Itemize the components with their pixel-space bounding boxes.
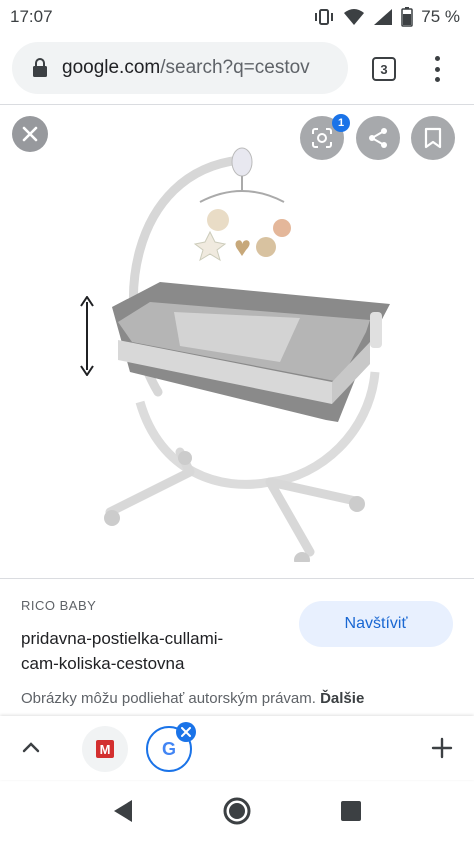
battery-icon [401,7,413,27]
result-title[interactable]: pridavna-postielka-cullami- cam-koliska-… [21,626,281,676]
url-domain: google.com [62,57,161,78]
battery-level: 75 % [421,7,460,26]
close-viewer-button[interactable] [12,116,48,152]
share-icon [369,128,387,148]
copyright-text: Obrázky môžu podliehať autorským právam. [21,690,316,707]
result-info: RICO BABY pridavna-postielka-cullami- ca… [0,580,474,714]
screen: 17:07 75 % google.com/search?q=cestov 3 … [0,0,474,842]
url-path: /search?q=cestov [160,57,310,78]
status-icons: 75 % [313,7,460,27]
toolbar-divider [0,104,474,105]
bassinet-image[interactable] [70,132,400,562]
browser-toolbar: google.com/search?q=cestov 3 [0,38,474,102]
menu-dot [434,77,440,82]
status-bar: 17:07 75 % [0,0,474,34]
height-adjust-arrow-icon [80,296,94,376]
tab-strip: M G [0,716,474,780]
new-tab-plus-icon[interactable] [430,736,454,760]
image-viewer: 1 [0,106,474,576]
vibrate-icon [315,9,334,25]
share-button[interactable] [356,116,400,160]
tab-switcher-button[interactable]: 3 [372,57,396,81]
result-title-line2: cam-koliska-cestovna [21,654,185,673]
system-nav-bar [0,782,474,842]
copyright-notice: Obrázky môžu podliehať autorským právam.… [21,688,461,714]
menu-dot [434,56,440,61]
lens-badge: 1 [332,114,350,132]
menu-dot [434,66,440,72]
wifi-icon [344,9,365,25]
lock-icon [33,58,47,77]
source-name: RICO BABY [21,598,97,613]
close-icon [22,126,38,142]
google-logo-icon: G [161,738,176,759]
recent-apps-icon[interactable] [340,800,362,822]
signal-icon [374,9,393,25]
home-icon[interactable] [222,796,252,826]
lens-icon [312,128,332,148]
url-bar[interactable]: google.com/search?q=cestov [12,42,348,94]
m-logo-icon: M [96,740,114,758]
more-info-link[interactable]: Ďalšie [320,690,364,707]
result-title-line1: pridavna-postielka-cullami- [21,629,224,648]
close-icon [181,727,191,737]
chevron-up-icon[interactable] [20,736,42,758]
url-text: google.com/search?q=cestov [62,57,310,79]
back-icon[interactable] [112,798,134,824]
clock: 17:07 [10,7,53,26]
visit-button[interactable]: Navštíviť [299,601,453,647]
bookmark-icon [424,127,442,149]
tab-m[interactable]: M [82,726,128,772]
image-divider [0,578,474,579]
close-tab-button[interactable] [176,722,196,742]
overflow-menu-button[interactable] [428,54,446,84]
save-button[interactable] [411,116,455,160]
